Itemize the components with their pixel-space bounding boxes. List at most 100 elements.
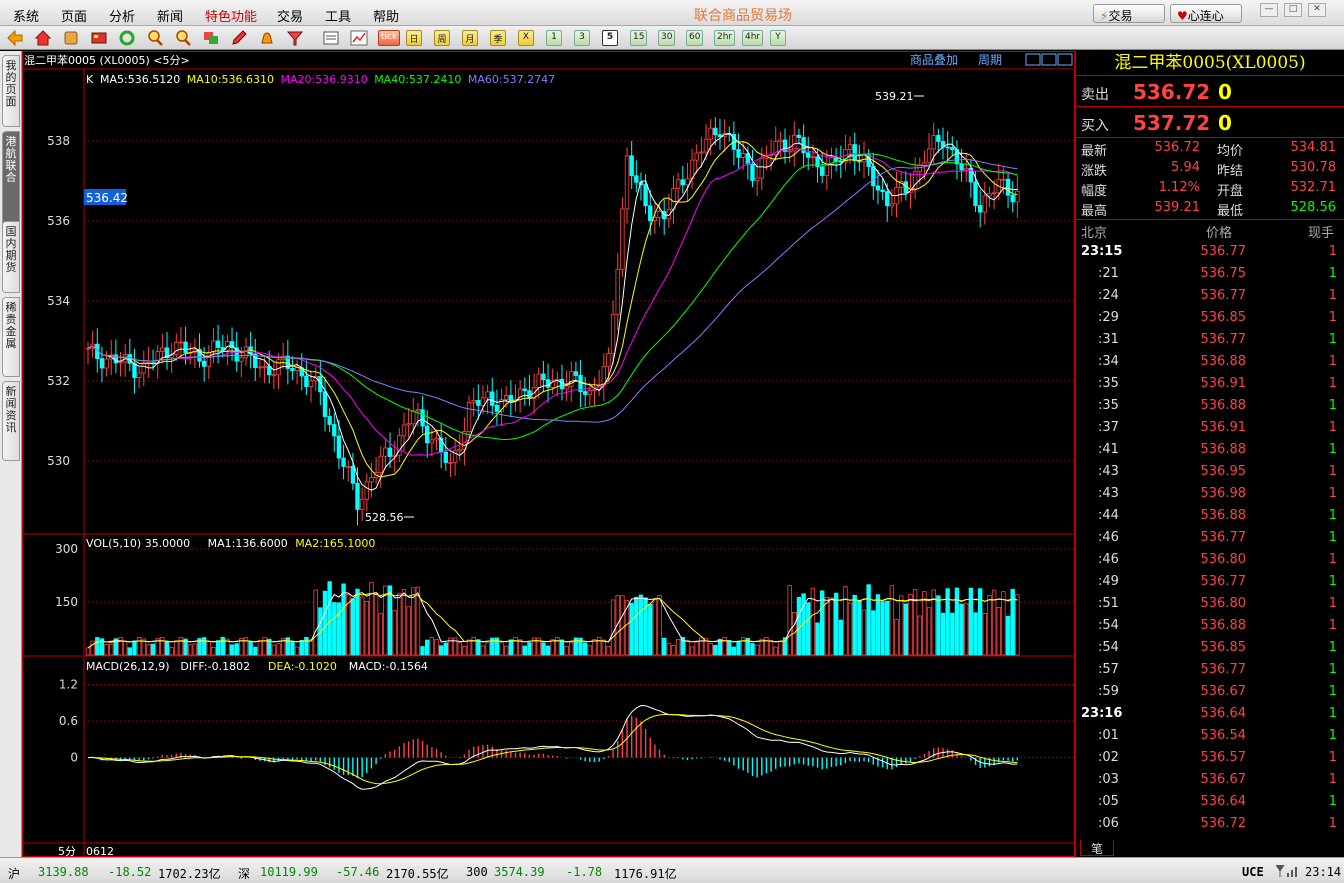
list-icon[interactable] — [322, 29, 340, 47]
tick-volume: 1 — [1328, 684, 1337, 699]
panel-icon[interactable] — [90, 29, 108, 47]
period-x[interactable]: X — [518, 30, 534, 46]
menu-system[interactable]: 系统 — [13, 6, 39, 25]
period-60min[interactable]: 60 — [686, 30, 704, 46]
candle — [178, 341, 184, 344]
period-3min[interactable]: 3 — [574, 30, 590, 46]
tick-volume: 1 — [1328, 442, 1337, 457]
left-tab-my-page[interactable]: 我的页面 — [2, 55, 20, 127]
sell-row[interactable]: 卖出 536.72 0 — [1076, 77, 1344, 107]
chart-line-icon[interactable] — [350, 29, 368, 47]
period-y[interactable]: Y — [770, 30, 786, 46]
volume-bar — [973, 612, 978, 656]
tick-time: :03 — [1098, 772, 1119, 787]
menu-analysis[interactable]: 分析 — [109, 6, 135, 25]
minimize-icon[interactable]: — — [1260, 3, 1278, 17]
volume-bar — [936, 595, 941, 656]
menu-features[interactable]: 特色功能 — [205, 6, 257, 25]
link-period[interactable]: 周期 — [978, 53, 1002, 67]
maximize-icon[interactable]: □ — [1284, 3, 1302, 17]
tick-time: :34 — [1098, 354, 1119, 369]
volume-bar — [833, 592, 839, 656]
candle — [494, 405, 500, 412]
stat-label: 均价 — [1217, 144, 1244, 159]
period-tick[interactable]: tick — [378, 30, 401, 46]
zoom-in-icon[interactable] — [146, 29, 164, 47]
volume-bar — [150, 643, 156, 656]
period-5min[interactable]: 5 — [602, 30, 618, 46]
volume-bar — [987, 595, 992, 656]
price-tick-label: 532 — [47, 374, 70, 388]
buy-row[interactable]: 买入 537.72 0 — [1076, 108, 1344, 138]
menu-news[interactable]: 新闻 — [157, 6, 183, 25]
menu-tools[interactable]: 工具 — [325, 6, 351, 25]
tick-volume: 1 — [1328, 354, 1337, 369]
bell-icon[interactable] — [258, 29, 276, 47]
candle — [634, 175, 639, 183]
chart-area[interactable]: 538 536 534 532 530 300 150 1.2 0.6 0 混二甲苯0005 (XL… — [22, 51, 1075, 857]
period-4hr[interactable]: 4hr — [742, 30, 764, 46]
menu-trade[interactable]: 交易 — [277, 6, 303, 25]
volume-bar — [313, 589, 318, 656]
period-2hr[interactable]: 2hr — [714, 30, 736, 46]
period-1min[interactable]: 1 — [546, 30, 562, 46]
tick-time: :29 — [1098, 310, 1119, 325]
sell-price: 536.72 — [1133, 80, 1211, 104]
back-arrow-icon[interactable] — [6, 29, 24, 47]
candle — [332, 424, 337, 437]
zoom-out-icon[interactable] — [174, 29, 192, 47]
crosshair-value: 536.42 — [86, 191, 128, 205]
candle — [713, 127, 718, 136]
app-title: 联合商品贸易场 — [694, 8, 792, 24]
tick-price: 536.77 — [1200, 530, 1247, 545]
tick-row: :43 536.98 1 — [1076, 483, 1344, 505]
link-overlay[interactable]: 商品叠加 — [910, 52, 958, 67]
close-icon[interactable]: ✕ — [1308, 3, 1326, 17]
macd-legend-diff: DIFF:-0.1802 — [180, 660, 250, 673]
period-month[interactable]: 月 — [462, 30, 478, 46]
kline-chart[interactable]: 538 536 534 532 530 300 150 1.2 0.6 0 混二甲苯0005 (XL… — [22, 51, 1075, 857]
connect-button[interactable]: ♥心连心 — [1170, 4, 1242, 23]
pen-icon[interactable] — [230, 29, 248, 47]
home-icon[interactable] — [34, 29, 52, 47]
candle — [754, 177, 760, 181]
trade-button[interactable]: ⚡交易 — [1093, 4, 1165, 23]
candle — [926, 148, 932, 164]
database-icon[interactable] — [62, 29, 80, 47]
tick-price: 536.64 — [1200, 794, 1247, 809]
volume-bar — [364, 600, 370, 656]
candle — [847, 144, 853, 150]
ma-legend-ma40: MA40:537.2410 — [374, 73, 461, 86]
candle — [852, 144, 857, 162]
left-tab-news[interactable]: 新闻资讯 — [2, 381, 20, 461]
left-tab-domestic-futures[interactable]: 国内期货 — [2, 221, 20, 293]
candle — [875, 185, 881, 191]
period-quarter[interactable]: 季 — [490, 30, 506, 46]
buy-price: 537.72 — [1133, 111, 1211, 135]
period-day[interactable]: 日 — [406, 30, 422, 46]
tab-trades[interactable]: 笔 — [1080, 840, 1114, 856]
candle — [559, 378, 565, 390]
period-week[interactable]: 周 — [434, 30, 450, 46]
candle — [945, 146, 950, 149]
refresh-icon[interactable] — [118, 29, 136, 47]
period-30min[interactable]: 30 — [658, 30, 676, 46]
volume-bar — [164, 640, 170, 656]
tick-time: :35 — [1098, 376, 1119, 391]
candle — [643, 184, 648, 207]
candle — [136, 372, 142, 379]
volume-bar — [234, 643, 239, 656]
left-tab-precious-metals[interactable]: 稀贵金属 — [2, 297, 20, 377]
menu-help[interactable]: 帮助 — [373, 6, 399, 25]
menu-page[interactable]: 页面 — [61, 6, 87, 25]
tick-volume: 1 — [1328, 486, 1337, 501]
vol-tick-label: 150 — [55, 595, 78, 609]
filter-icon[interactable] — [286, 29, 304, 47]
volume-bar — [569, 642, 574, 656]
volume-bar — [215, 640, 221, 656]
windows-icon[interactable] — [202, 29, 220, 47]
tick-time: :37 — [1098, 420, 1119, 435]
tick-price: 536.88 — [1200, 618, 1247, 633]
tick-row: :41 536.88 1 — [1076, 439, 1344, 461]
period-15min[interactable]: 15 — [630, 30, 648, 46]
